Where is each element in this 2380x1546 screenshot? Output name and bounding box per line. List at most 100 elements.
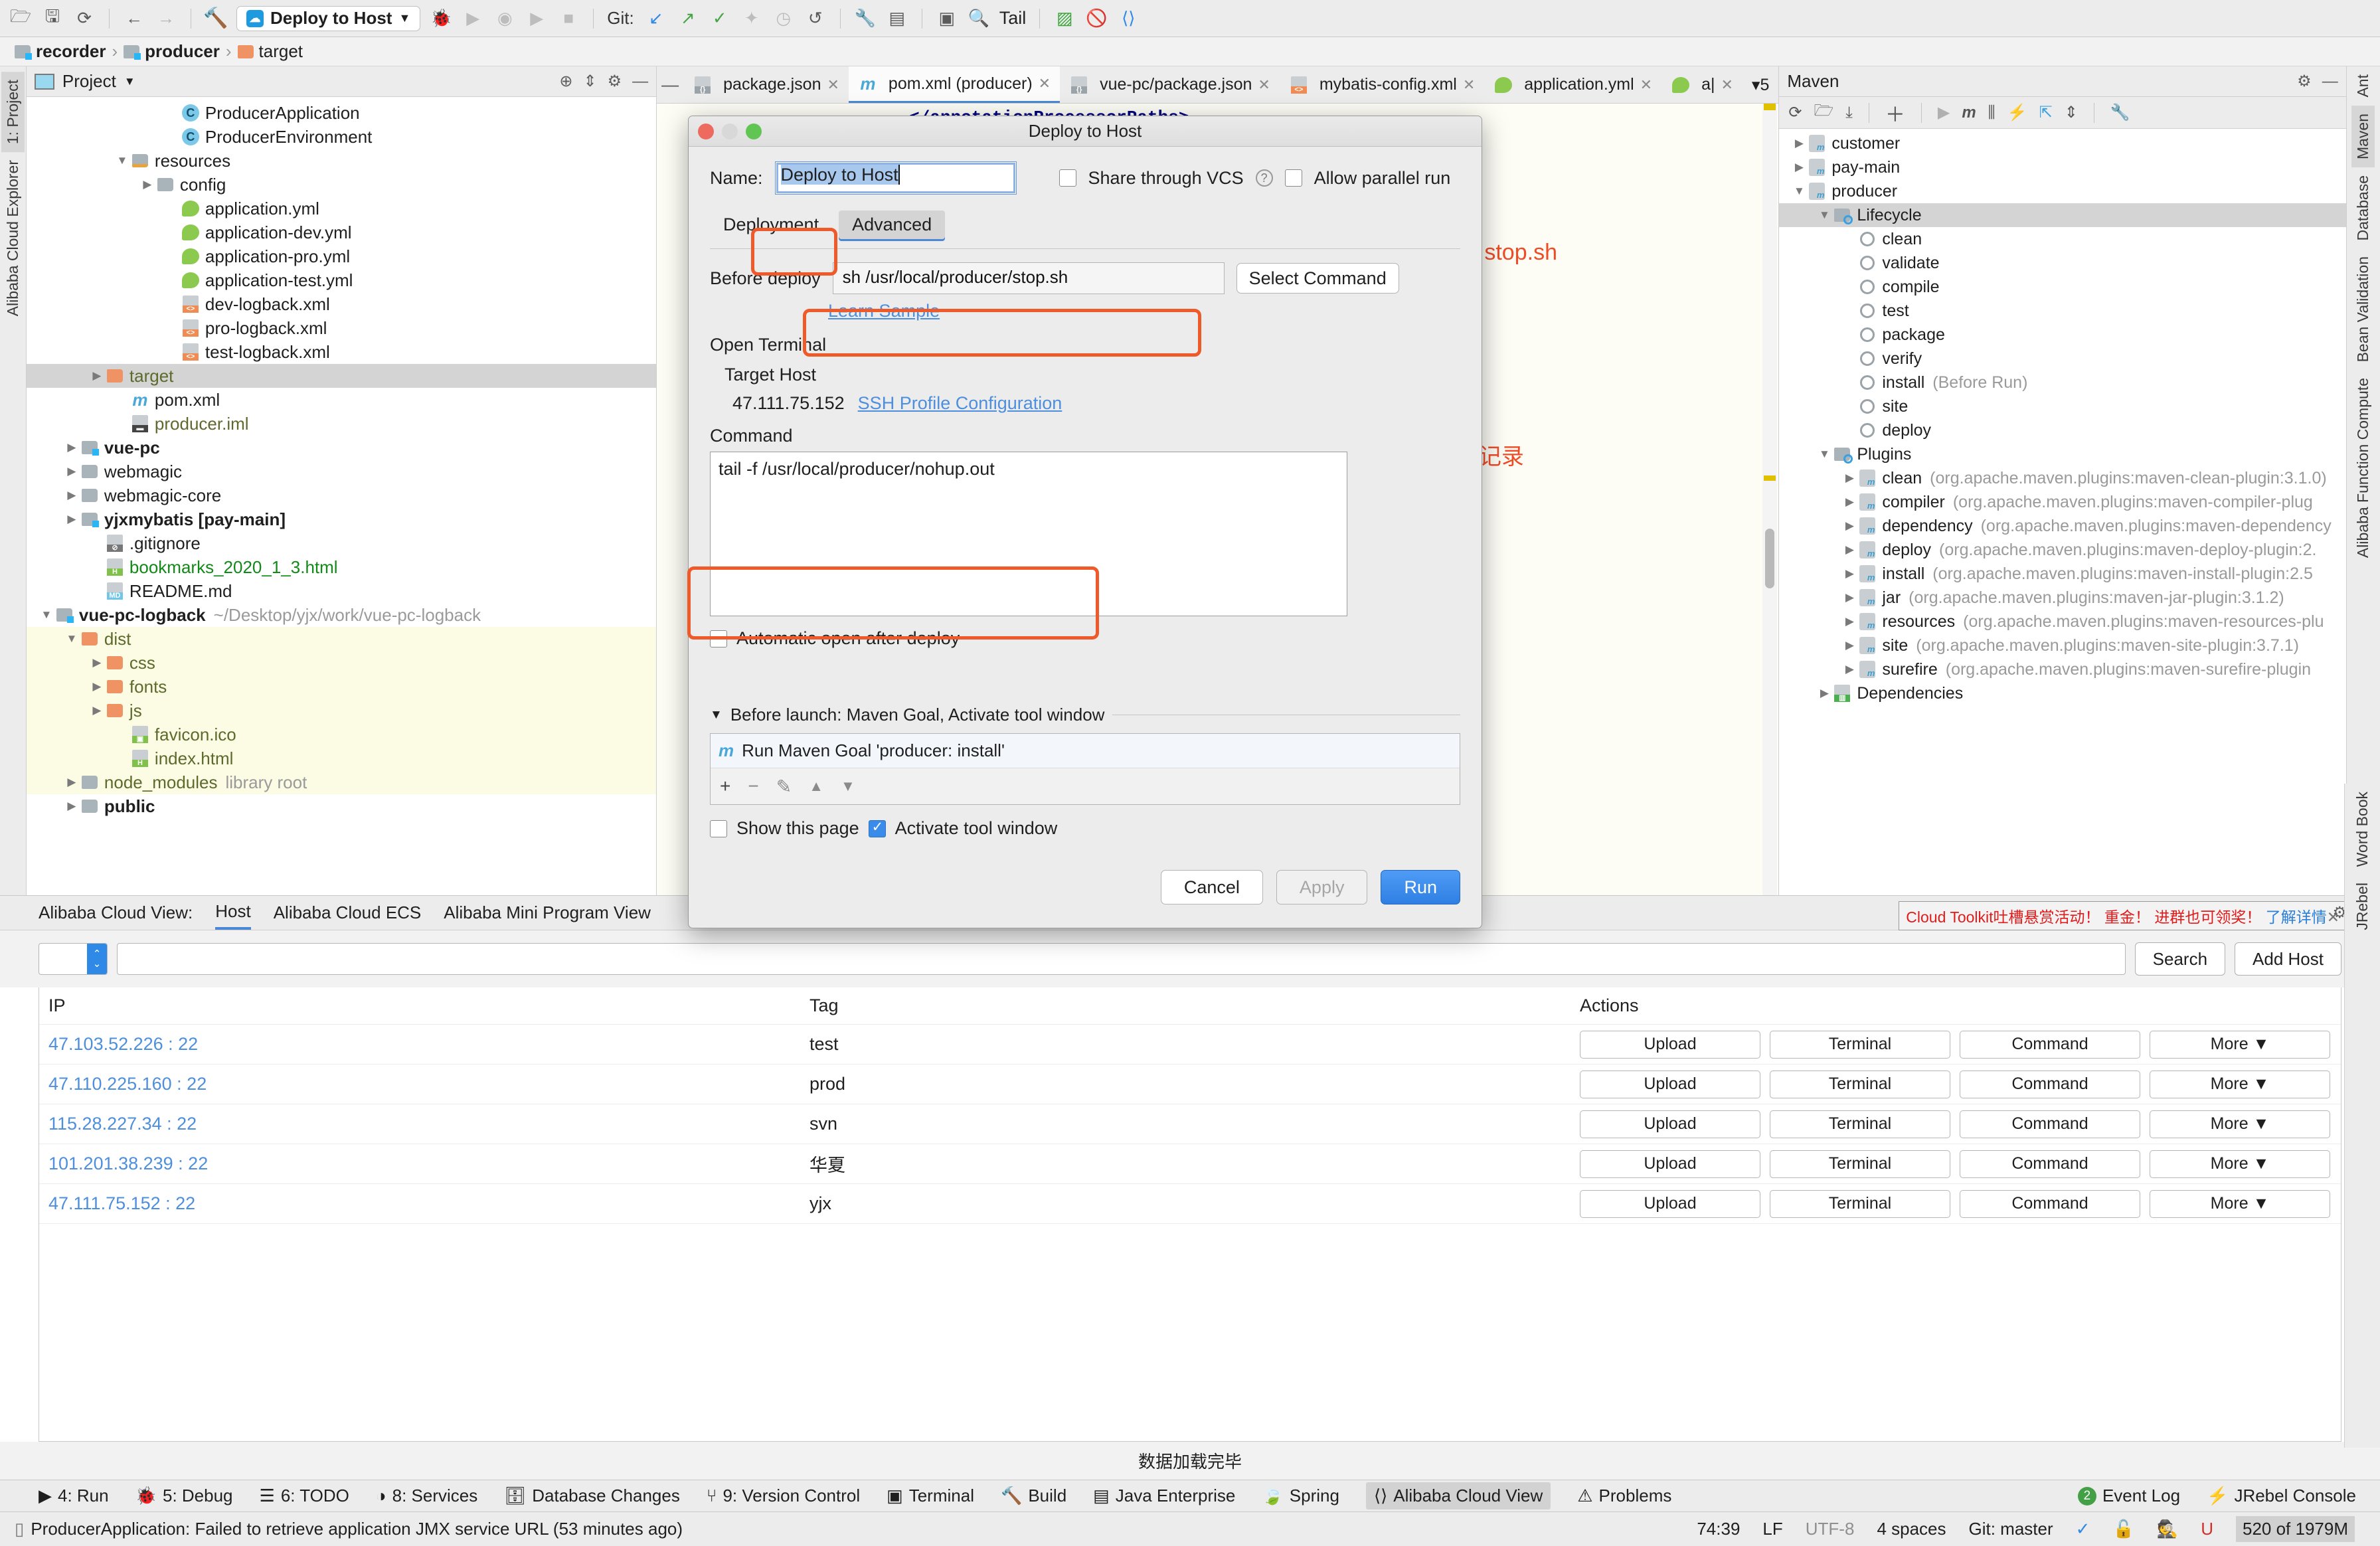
host-ip-link[interactable]: 47.111.75.152 : 22 [48, 1193, 195, 1213]
command-textarea[interactable]: tail -f /usr/local/producer/nohup.out [710, 452, 1347, 616]
close-icon[interactable]: ✕ [827, 76, 839, 94]
tree-node[interactable]: <> test-logback.xml [27, 340, 656, 364]
expand-all-icon[interactable]: ⇱ [2039, 103, 2053, 122]
terminal-icon[interactable]: ▣ [936, 7, 958, 30]
tree-node[interactable]: m pom.xml [27, 388, 656, 412]
command-button[interactable]: Command [1960, 1070, 2140, 1098]
editor-tabs-overflow[interactable]: ▾5 [1742, 66, 1778, 103]
scrollbar-thumb[interactable] [1765, 529, 1775, 588]
tool-tab-alibaba-function-compute[interactable]: Alibaba Function Compute [2351, 370, 2375, 566]
tree-node[interactable]: ▶ public [27, 794, 656, 818]
tree-node[interactable]: test [1779, 299, 2345, 323]
run-button[interactable]: Run [1381, 870, 1460, 904]
edit-task-button[interactable]: ✎ [776, 776, 792, 798]
tree-expander[interactable]: ▶ [1841, 639, 1857, 652]
tree-expander[interactable]: ▶ [1841, 472, 1857, 485]
tree-node[interactable]: ⊘ .gitignore [27, 531, 656, 555]
tool-tab-alibaba-cloud-explorer[interactable]: Alibaba Cloud Explorer [1, 152, 25, 324]
tree-node[interactable]: package [1779, 323, 2345, 347]
settings-wrench-icon[interactable]: 🔧 [854, 7, 877, 30]
tree-node[interactable]: ▼ resources [27, 149, 656, 173]
tree-node[interactable]: ▶ m clean (org.apache.maven.plugins:maven-c… [1779, 466, 2345, 490]
tool-window-tab-4-run[interactable]: ▶ 4: Run [39, 1486, 109, 1506]
toggle-offline-icon[interactable]: ⫼ [1988, 104, 1996, 122]
add-task-button[interactable]: + [720, 776, 730, 797]
history-icon[interactable]: ◷ [772, 7, 795, 30]
tree-node[interactable]: deploy [1779, 418, 2345, 442]
tree-node[interactable]: ▣ favicon.ico [26, 723, 657, 746]
line-separator[interactable]: LF [1762, 1519, 1782, 1539]
tree-node[interactable]: ▶ yjxmybatis [pay-main] [27, 507, 656, 531]
tree-node[interactable]: ▼ Lifecycle [1779, 203, 2346, 227]
breadcrumb-item-target[interactable]: target [237, 41, 303, 62]
editor-tab[interactable]: <> mybatis-config.xml ✕ [1280, 66, 1484, 103]
tree-expander[interactable]: ▶ [64, 513, 80, 526]
tree-node[interactable]: compile [1779, 275, 2345, 299]
shelve-icon[interactable]: ✦ [740, 7, 763, 30]
back-arrow-icon[interactable]: ← [123, 7, 145, 30]
name-input[interactable]: Deploy to Host [774, 161, 1017, 195]
tree-node[interactable]: MD README.md [27, 579, 656, 603]
tree-node[interactable]: ▶ target [26, 364, 657, 388]
jrebel-status-icon[interactable]: U [2201, 1519, 2213, 1539]
tool-tab-ant[interactable]: Ant [2351, 66, 2375, 106]
tree-node[interactable]: C ProducerApplication [27, 101, 656, 125]
chevron-down-icon[interactable]: ▼ [124, 75, 135, 88]
tree-expander[interactable]: ▼ [1791, 185, 1807, 198]
table-row[interactable]: 115.28.227.34 : 22 svn Upload Terminal Comma… [39, 1104, 2341, 1144]
upload-button[interactable]: Upload [1580, 1110, 1760, 1138]
tab-host[interactable]: Host [215, 896, 251, 930]
host-ip-link[interactable]: 47.110.225.160 : 22 [48, 1074, 207, 1094]
editor-tab[interactable]: m pom.xml (producer) ✕ [848, 66, 1061, 103]
project-tree[interactable]: C ProducerApplication C ProducerEnvironment… [26, 97, 657, 895]
editor-tab[interactable]: application.yml ✕ [1484, 66, 1661, 103]
editor-scrollbar[interactable] [1762, 104, 1778, 895]
tree-node[interactable]: ▶ webmagic [27, 460, 656, 483]
tree-expander[interactable]: ▶ [89, 369, 105, 383]
terminal-button[interactable]: Terminal [1770, 1070, 1950, 1098]
execute-maven-goal-icon[interactable]: m [1962, 104, 1976, 122]
tree-node[interactable]: Hbookmarks_2020_1_3.html [27, 555, 656, 579]
tree-node[interactable]: ▶ m resources (org.apache.maven.plugins:mav… [1779, 610, 2345, 634]
tab-deployment[interactable]: Deployment [710, 211, 832, 239]
upload-button[interactable]: Upload [1580, 1070, 1760, 1098]
stepper-icon[interactable]: ⌃ ⌄ [87, 944, 107, 974]
hide-panel-icon[interactable]: — [632, 72, 648, 91]
tree-expander[interactable]: ▼ [39, 608, 54, 622]
close-icon[interactable]: ✕ [1463, 76, 1475, 94]
cancel-button[interactable]: Cancel [1160, 870, 1263, 904]
jrebel-disable-icon[interactable]: 🚫 [1085, 7, 1108, 30]
indent-setting[interactable]: 4 spaces [1877, 1519, 1946, 1539]
help-icon[interactable]: ? [1255, 169, 1273, 187]
tool-tab-database[interactable]: Database [2351, 167, 2375, 248]
memory-indicator[interactable]: 520 of 1979M [2235, 1516, 2355, 1542]
tree-expander[interactable]: ▼ [1816, 448, 1832, 461]
tab-alibaba-mini-program-view[interactable]: Alibaba Mini Program View [444, 896, 651, 930]
tree-node[interactable]: ▼ m producer [1779, 179, 2345, 203]
collapse-triangle-icon[interactable]: ▼ [710, 708, 722, 723]
close-icon[interactable]: ✕ [1039, 75, 1051, 92]
tree-expander[interactable]: ▶ [64, 776, 80, 789]
close-icon[interactable]: ✕ [1721, 76, 1733, 94]
share-through-vcs-checkbox[interactable] [1059, 169, 1076, 187]
column-header-tag[interactable]: Tag [809, 995, 1580, 1016]
tree-node[interactable]: ▶ m customer [1779, 131, 2345, 155]
command-button[interactable]: Command [1960, 1189, 2140, 1218]
upload-button[interactable]: Upload [1580, 1150, 1760, 1178]
tree-node[interactable]: verify [1779, 347, 2345, 371]
update-project-icon[interactable]: ↙ [645, 7, 667, 30]
tool-window-tab-6-todo[interactable]: ☰ 6: TODO [260, 1486, 349, 1506]
tool-window-tab-java-enterprise[interactable]: ▤ Java Enterprise [1093, 1486, 1235, 1506]
tree-node[interactable]: ▶ m pay-main [1779, 155, 2345, 179]
editor-tab[interactable]: {} vue-pc/package.json ✕ [1060, 66, 1280, 103]
upload-button[interactable]: Upload [1580, 1189, 1760, 1218]
host-ip-link[interactable]: 115.28.227.34 : 22 [48, 1114, 197, 1134]
tree-node[interactable]: clean [1779, 227, 2345, 251]
lock-icon[interactable]: 🔓 [2112, 1519, 2134, 1539]
more-button[interactable]: More ▼ [2150, 1030, 2330, 1059]
tree-node[interactable]: ▼ Plugins [1779, 442, 2345, 466]
host-ip-link[interactable]: 47.103.52.226 : 22 [48, 1034, 198, 1054]
add-host-button[interactable]: Add Host [2235, 942, 2341, 976]
tree-expander[interactable]: ▶ [1841, 567, 1857, 580]
terminal-button[interactable]: Terminal [1770, 1030, 1950, 1059]
